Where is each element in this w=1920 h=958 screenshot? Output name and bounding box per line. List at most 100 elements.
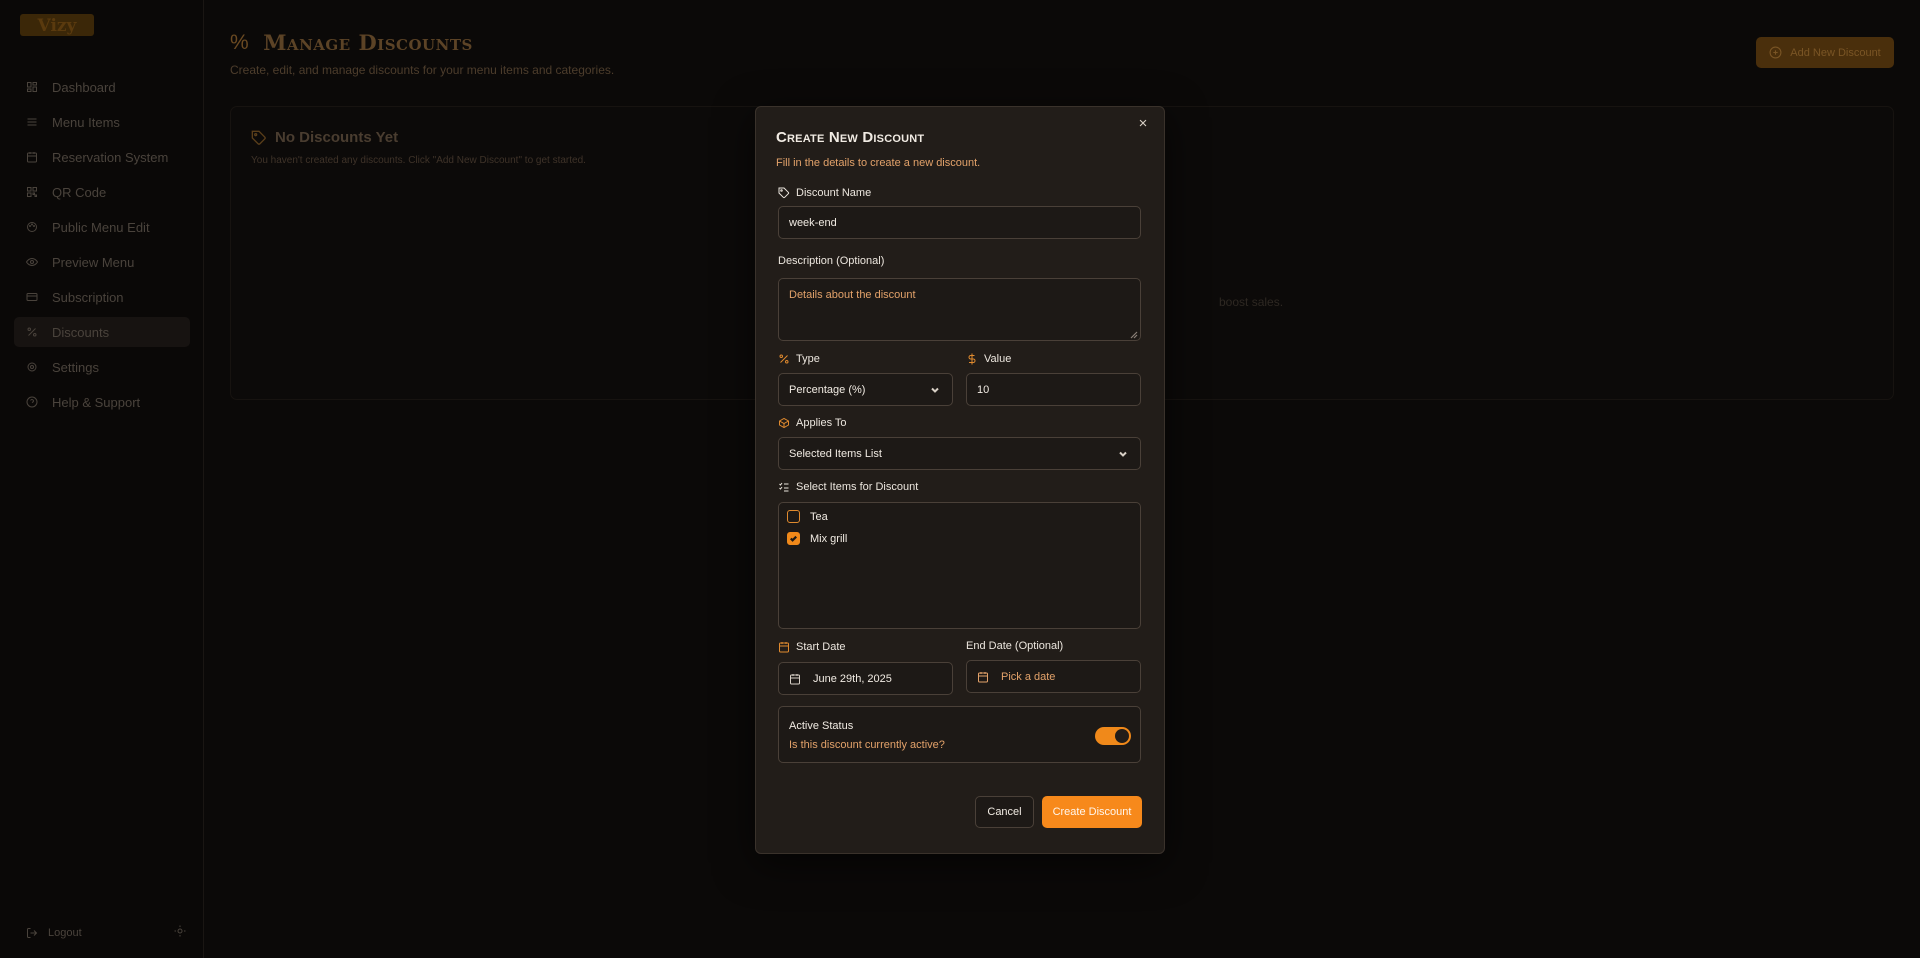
sidebar-item-label: Reservation System — [52, 149, 169, 165]
end-date-label-text: End Date (Optional) — [966, 640, 1064, 652]
close-icon[interactable]: × — [1136, 116, 1150, 131]
sidebar-item-subscription[interactable]: Subscription — [14, 282, 190, 312]
percent-icon — [26, 326, 38, 338]
empty-state-subtitle: You haven't created any discounts. Click… — [251, 155, 586, 166]
applies-to-select[interactable]: Selected Items List — [778, 437, 1141, 470]
tag-icon — [778, 187, 790, 199]
checkbox-tea[interactable] — [787, 510, 800, 523]
applies-to-label-text: Applies To — [796, 417, 847, 429]
dialog-title: Create New Discount — [776, 129, 925, 146]
sidebar-item-dashboard[interactable]: Dashboard — [14, 72, 190, 102]
active-status-title: Active Status — [789, 720, 854, 732]
sidebar-item-public-menu-edit[interactable]: Public Menu Edit — [14, 212, 190, 242]
start-date-value: June 29th, 2025 — [813, 672, 892, 685]
items-list: Tea Mix grill — [778, 502, 1141, 629]
percent-icon: % — [230, 30, 250, 54]
type-label: Type — [778, 353, 820, 365]
check-icon — [790, 535, 797, 542]
start-date-label-text: Start Date — [796, 641, 846, 653]
description-label-text: Description (Optional) — [778, 255, 885, 267]
value-label-text: Value — [984, 353, 1012, 365]
resize-handle-icon[interactable] — [1130, 330, 1138, 339]
logout-button[interactable]: Logout — [26, 927, 82, 939]
page-header: % Manage Discounts Create, edit, and man… — [230, 30, 614, 77]
sidebar-item-menu-items[interactable]: Menu Items — [14, 107, 190, 137]
sidebar-item-label: Preview Menu — [52, 254, 135, 270]
checkbox-mix-grill[interactable] — [787, 532, 800, 545]
dollar-icon — [968, 353, 976, 365]
sidebar-item-help-support[interactable]: Help & Support — [14, 387, 190, 417]
sidebar-item-label: Subscription — [52, 289, 124, 305]
tag-icon — [251, 130, 266, 145]
dashboard-icon — [26, 81, 38, 93]
start-date-picker[interactable]: June 29th, 2025 — [778, 662, 953, 695]
sidebar-item-label: Discounts — [52, 324, 110, 340]
sidebar-item-preview-menu[interactable]: Preview Menu — [14, 247, 190, 277]
svg-text:Vizy: Vizy — [37, 16, 78, 36]
sidebar: Vizy Dashboard Menu Items Reservation Sy… — [0, 0, 204, 958]
description-placeholder: Details about the discount — [789, 289, 916, 301]
qr-code-icon — [26, 186, 38, 198]
select-items-label-text: Select Items for Discount — [796, 481, 919, 493]
logout-label: Logout — [48, 926, 82, 939]
applies-to-select-value: Selected Items List — [789, 447, 882, 460]
add-new-discount-button[interactable]: Add New Discount — [1756, 37, 1894, 68]
empty-state-title-text: No Discounts Yet — [275, 129, 399, 146]
theme-toggle-sun-icon[interactable] — [174, 925, 186, 940]
empty-state-title: No Discounts Yet — [251, 129, 398, 146]
discount-name-label-text: Discount Name — [796, 187, 872, 199]
active-status-toggle[interactable] — [1095, 727, 1131, 745]
toggle-knob — [1115, 729, 1129, 743]
calendar-icon — [779, 642, 789, 653]
type-select[interactable]: Percentage (%) — [778, 373, 953, 406]
calendar-icon — [977, 671, 989, 683]
chevron-down-icon — [1118, 449, 1128, 459]
end-date-picker[interactable]: Pick a date — [966, 660, 1141, 693]
start-date-label: Start Date — [778, 641, 846, 653]
page-title: % Manage Discounts — [230, 30, 614, 55]
discount-name-input[interactable]: week-end — [778, 206, 1141, 239]
value-input[interactable]: 10 — [966, 373, 1141, 406]
sidebar-item-label: Settings — [52, 359, 99, 375]
calendar-icon — [789, 673, 801, 685]
plus-circle-icon — [1769, 46, 1782, 59]
list-checks-icon — [779, 482, 789, 492]
dialog-subtitle: Fill in the details to create a new disc… — [776, 157, 981, 169]
sidebar-item-label: Dashboard — [52, 79, 116, 95]
add-new-discount-label: Add New Discount — [1790, 46, 1881, 59]
sidebar-item-label: QR Code — [52, 184, 107, 200]
value-label: Value — [966, 353, 1011, 365]
end-date-placeholder: Pick a date — [1001, 670, 1056, 683]
list-item[interactable]: Tea — [787, 510, 828, 523]
page-subtitle: Create, edit, and manage discounts for y… — [230, 63, 615, 77]
type-select-value: Percentage (%) — [789, 383, 866, 396]
discount-name-label: Discount Name — [778, 187, 871, 199]
logout-icon — [27, 927, 38, 938]
help-circle-icon — [26, 396, 38, 408]
package-icon — [779, 417, 789, 429]
sidebar-item-qr-code[interactable]: QR Code — [14, 177, 190, 207]
app-logo[interactable]: Vizy — [20, 12, 94, 38]
credit-card-icon — [26, 291, 38, 303]
calendar-icon — [26, 151, 38, 163]
eye-icon — [26, 256, 38, 268]
create-discount-button[interactable]: Create Discount — [1042, 796, 1142, 828]
type-label-text: Type — [796, 353, 820, 365]
active-status-subtitle: Is this discount currently active? — [789, 739, 945, 751]
gear-icon — [26, 361, 38, 373]
percent-icon — [779, 354, 789, 364]
select-items-label: Select Items for Discount — [778, 481, 918, 493]
description-textarea[interactable]: Details about the discount — [778, 278, 1141, 341]
page-title-text: Manage Discounts — [263, 30, 473, 55]
palette-icon — [26, 221, 38, 233]
sidebar-footer: Logout — [26, 925, 186, 940]
sidebar-item-settings[interactable]: Settings — [14, 352, 190, 382]
cancel-button[interactable]: Cancel — [975, 796, 1034, 828]
sidebar-item-label: Help & Support — [52, 394, 141, 410]
chevron-down-icon — [930, 385, 940, 395]
create-discount-dialog: × Create New Discount Fill in the detail… — [755, 106, 1165, 854]
sidebar-item-label: Menu Items — [52, 114, 120, 130]
list-item[interactable]: Mix grill — [787, 532, 847, 545]
sidebar-item-discounts[interactable]: Discounts — [14, 317, 190, 347]
sidebar-item-reservation-system[interactable]: Reservation System — [14, 142, 190, 172]
